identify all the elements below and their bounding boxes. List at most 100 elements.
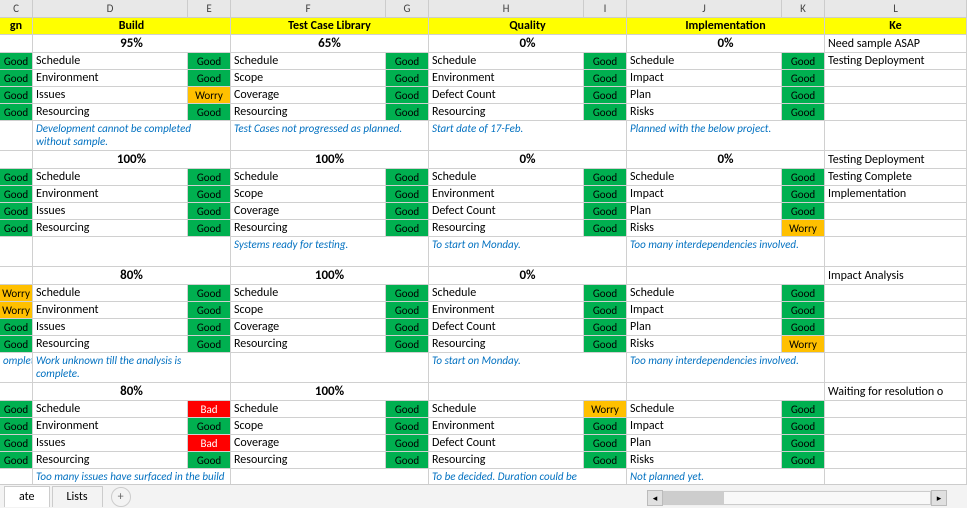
label-cell[interactable]: Plan	[627, 435, 782, 451]
status-cell[interactable]: Good	[782, 401, 825, 417]
pct-quality[interactable]: 0%	[429, 151, 627, 168]
scroll-left-icon[interactable]: ◂	[647, 490, 663, 506]
side-note[interactable]: Testing Deployment	[825, 53, 967, 69]
side-note[interactable]: Testing Complete	[825, 169, 967, 185]
side-note[interactable]	[825, 104, 967, 120]
sheet-tab-active[interactable]: ate	[4, 486, 50, 507]
status-cell[interactable]: Good	[584, 169, 627, 185]
status-cell[interactable]: Good	[782, 302, 825, 318]
label-cell[interactable]: Coverage	[231, 87, 386, 103]
label-cell[interactable]: Risks	[627, 104, 782, 120]
label-cell[interactable]: Resourcing	[231, 104, 386, 120]
label-cell[interactable]: Resourcing	[33, 220, 188, 236]
side-note[interactable]	[825, 203, 967, 219]
label-cell[interactable]: Defect Count	[429, 203, 584, 219]
pct-quality[interactable]: 0%	[429, 35, 627, 52]
col-header-d[interactable]: D	[33, 0, 188, 17]
status-cell[interactable]: Good	[782, 319, 825, 335]
note-cell[interactable]: Systems ready for testing.	[231, 237, 429, 266]
status-cell[interactable]: Good	[0, 169, 33, 185]
status-cell[interactable]: Good	[782, 104, 825, 120]
status-cell[interactable]: Good	[584, 186, 627, 202]
status-cell[interactable]: Good	[188, 70, 231, 86]
status-cell[interactable]: Good	[584, 70, 627, 86]
label-cell[interactable]: Schedule	[429, 401, 584, 417]
side-note[interactable]	[825, 336, 967, 352]
status-cell[interactable]: Bad	[188, 401, 231, 417]
label-cell[interactable]: Schedule	[33, 53, 188, 69]
status-cell[interactable]: Good	[188, 285, 231, 301]
header-ke[interactable]: Ke	[825, 18, 967, 34]
side-note[interactable]: Waiting for resolution o	[825, 383, 967, 400]
label-cell[interactable]: Resourcing	[231, 220, 386, 236]
note-cell[interactable]: To start on Monday.	[429, 237, 627, 266]
status-cell[interactable]: Good	[0, 186, 33, 202]
status-cell[interactable]: Worry	[0, 302, 33, 318]
status-cell[interactable]: Good	[386, 452, 429, 468]
note-cell[interactable]	[0, 237, 33, 266]
pct-impl[interactable]	[627, 267, 825, 284]
pct-tcl[interactable]: 100%	[231, 267, 429, 284]
status-cell[interactable]: Good	[386, 319, 429, 335]
pct-impl[interactable]: 0%	[627, 151, 825, 168]
status-cell[interactable]: Good	[0, 319, 33, 335]
note-cell[interactable]	[0, 121, 33, 150]
label-cell[interactable]: Resourcing	[429, 452, 584, 468]
status-cell[interactable]: Good	[584, 435, 627, 451]
status-cell[interactable]: Good	[188, 104, 231, 120]
pct-build[interactable]: 80%	[33, 383, 231, 400]
label-cell[interactable]: Defect Count	[429, 319, 584, 335]
status-cell[interactable]: Good	[584, 418, 627, 434]
label-cell[interactable]: Resourcing	[231, 452, 386, 468]
status-cell[interactable]: Good	[0, 70, 33, 86]
label-cell[interactable]: Risks	[627, 336, 782, 352]
side-note[interactable]	[825, 452, 967, 468]
status-cell[interactable]: Good	[782, 53, 825, 69]
status-cell[interactable]: Good	[584, 336, 627, 352]
label-cell[interactable]: Schedule	[627, 285, 782, 301]
status-cell[interactable]: Good	[0, 104, 33, 120]
label-cell[interactable]: Scope	[231, 302, 386, 318]
side-note[interactable]: Testing Deployment	[825, 151, 967, 168]
note-cell[interactable]: ompleted	[0, 353, 33, 382]
add-sheet-button[interactable]: +	[111, 487, 131, 507]
status-cell[interactable]: Good	[0, 336, 33, 352]
header-tcl[interactable]: Test Case Library	[231, 18, 429, 34]
label-cell[interactable]: Schedule	[429, 53, 584, 69]
note-cell[interactable]: Planned with the below project.	[627, 121, 825, 150]
label-cell[interactable]: Environment	[33, 302, 188, 318]
sheet-tab-lists[interactable]: Lists	[52, 486, 103, 507]
label-cell[interactable]: Impact	[627, 70, 782, 86]
status-cell[interactable]: Good	[386, 53, 429, 69]
status-cell[interactable]: Good	[386, 285, 429, 301]
status-cell[interactable]: Good	[386, 104, 429, 120]
status-cell[interactable]: Good	[0, 418, 33, 434]
header-quality[interactable]: Quality	[429, 18, 627, 34]
status-cell[interactable]: Good	[0, 53, 33, 69]
label-cell[interactable]: Issues	[33, 435, 188, 451]
header-impl[interactable]: Implementation	[627, 18, 825, 34]
col-header-i[interactable]: I	[584, 0, 627, 17]
status-cell[interactable]: Good	[188, 336, 231, 352]
status-cell[interactable]: Good	[584, 302, 627, 318]
status-cell[interactable]: Good	[584, 203, 627, 219]
pct-quality[interactable]	[429, 383, 627, 400]
pct-build[interactable]: 80%	[33, 267, 231, 284]
label-cell[interactable]: Resourcing	[429, 336, 584, 352]
status-cell[interactable]: Good	[188, 186, 231, 202]
label-cell[interactable]: Impact	[627, 418, 782, 434]
status-cell[interactable]: Good	[386, 418, 429, 434]
label-cell[interactable]: Coverage	[231, 319, 386, 335]
label-cell[interactable]: Schedule	[231, 169, 386, 185]
col-header-l[interactable]: L	[825, 0, 967, 17]
label-cell[interactable]: Impact	[627, 302, 782, 318]
status-cell[interactable]: Good	[188, 203, 231, 219]
pct-impl[interactable]	[627, 383, 825, 400]
note-cell[interactable]: Too many interdependencies involved.	[627, 353, 825, 382]
label-cell[interactable]: Schedule	[231, 401, 386, 417]
note-cell[interactable]: Development cannot be completed without …	[33, 121, 231, 150]
status-cell[interactable]: Good	[0, 401, 33, 417]
label-cell[interactable]: Environment	[429, 302, 584, 318]
note-cell[interactable]	[825, 237, 967, 266]
label-cell[interactable]: Defect Count	[429, 87, 584, 103]
